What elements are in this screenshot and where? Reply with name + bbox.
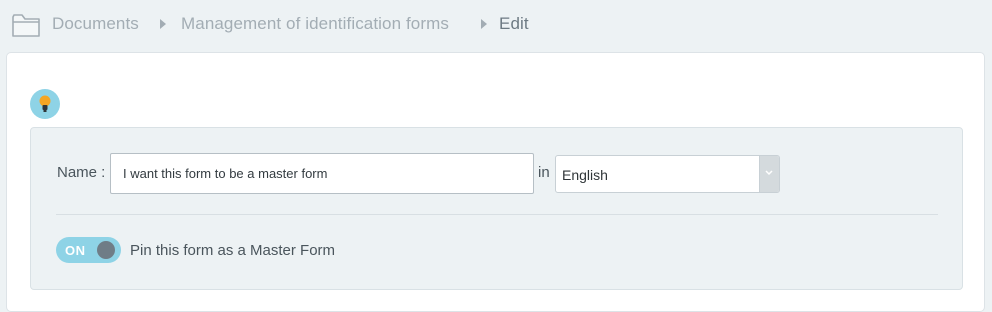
divider: [56, 214, 938, 215]
toggle-state-label: ON: [65, 243, 86, 258]
lightbulb-icon[interactable]: [30, 89, 60, 119]
folder-icon[interactable]: [11, 11, 41, 38]
breadcrumb-current: Edit: [499, 14, 529, 33]
breadcrumb-documents[interactable]: Documents: [52, 14, 139, 34]
name-input[interactable]: [110, 153, 534, 194]
toggle-knob: [97, 241, 115, 259]
in-label: in: [538, 164, 550, 181]
language-select[interactable]: English: [555, 155, 780, 193]
name-label: Name :: [57, 164, 106, 181]
breadcrumb: Documents Management of identification f…: [0, 0, 992, 52]
chevron-down-icon[interactable]: [759, 156, 779, 192]
breadcrumb-chevron-icon: [481, 19, 487, 29]
form-section: [30, 127, 963, 290]
language-selected-value: English: [562, 167, 608, 183]
pin-master-toggle[interactable]: ON: [56, 237, 121, 263]
breadcrumb-management[interactable]: Management of identification forms: [181, 14, 449, 34]
breadcrumb-chevron-icon: [160, 19, 166, 29]
pin-master-label: Pin this form as a Master Form: [130, 242, 336, 259]
